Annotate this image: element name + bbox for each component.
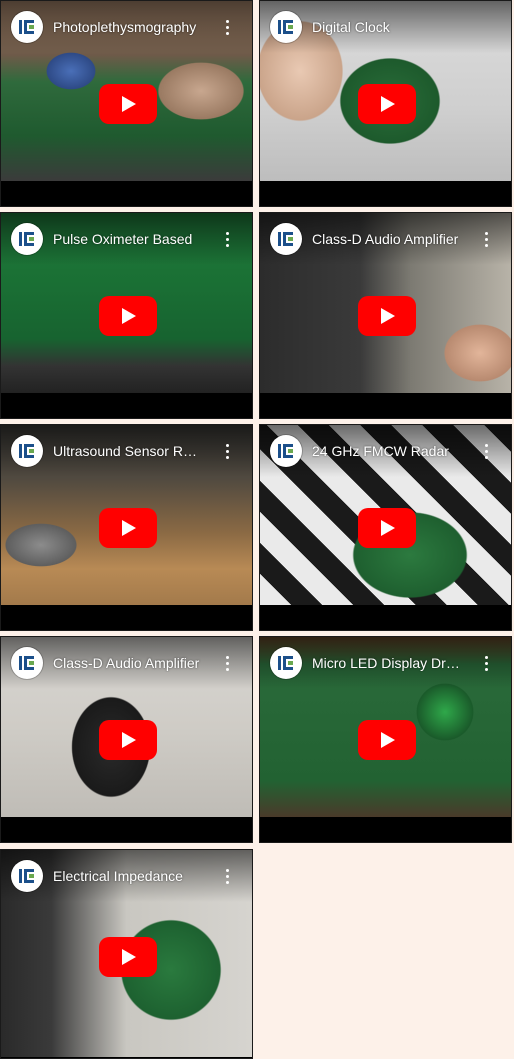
video-title[interactable]: Class-D Audio Amplifier: [53, 654, 201, 672]
video-title[interactable]: Class-D Audio Amplifier: [312, 230, 460, 248]
video-tile[interactable]: Electrical Impedance: [0, 849, 253, 1059]
youtube-play-icon[interactable]: [358, 296, 416, 336]
channel-logo-icon[interactable]: [11, 223, 43, 255]
video-title[interactable]: Photoplethysmography: [53, 18, 201, 36]
video-tile[interactable]: Digital Clock: [259, 0, 512, 207]
video-title[interactable]: Pulse Oximeter Based: [53, 230, 201, 248]
youtube-play-icon[interactable]: [99, 720, 157, 760]
youtube-play-icon[interactable]: [99, 508, 157, 548]
video-title[interactable]: Digital Clock: [312, 18, 460, 36]
channel-logo-icon[interactable]: [270, 223, 302, 255]
more-vertical-icon[interactable]: [481, 229, 491, 249]
video-title[interactable]: Micro LED Display Driver: [312, 654, 460, 672]
channel-logo-icon[interactable]: [270, 435, 302, 467]
channel-logo-icon[interactable]: [11, 860, 43, 892]
channel-logo-icon[interactable]: [11, 435, 43, 467]
youtube-play-icon[interactable]: [358, 720, 416, 760]
video-tile[interactable]: Ultrasound Sensor Range: [0, 424, 253, 631]
more-vertical-icon[interactable]: [481, 653, 491, 673]
video-title[interactable]: Electrical Impedance: [53, 867, 201, 885]
more-vertical-icon[interactable]: [222, 17, 232, 37]
channel-logo-icon[interactable]: [270, 647, 302, 679]
video-title[interactable]: 24 GHz FMCW Radar: [312, 442, 460, 460]
youtube-play-icon[interactable]: [358, 84, 416, 124]
channel-logo-icon[interactable]: [11, 11, 43, 43]
channel-logo-icon[interactable]: [270, 11, 302, 43]
youtube-play-icon[interactable]: [358, 508, 416, 548]
video-tile[interactable]: Class-D Audio Amplifier: [259, 212, 512, 419]
video-title[interactable]: Ultrasound Sensor Range: [53, 442, 201, 460]
youtube-play-icon[interactable]: [99, 937, 157, 977]
more-vertical-icon[interactable]: [481, 441, 491, 461]
video-tile[interactable]: Photoplethysmography: [0, 0, 253, 207]
more-vertical-icon[interactable]: [222, 229, 232, 249]
more-vertical-icon[interactable]: [222, 866, 232, 886]
more-vertical-icon[interactable]: [222, 441, 232, 461]
video-tile[interactable]: 24 GHz FMCW Radar: [259, 424, 512, 631]
channel-logo-icon[interactable]: [11, 647, 43, 679]
video-grid: Photoplethysmography Digital Clock Pulse…: [0, 0, 514, 1059]
youtube-play-icon[interactable]: [99, 296, 157, 336]
video-tile[interactable]: Class-D Audio Amplifier: [0, 636, 253, 843]
more-vertical-icon[interactable]: [222, 653, 232, 673]
video-tile[interactable]: Micro LED Display Driver: [259, 636, 512, 843]
video-tile[interactable]: Pulse Oximeter Based: [0, 212, 253, 419]
youtube-play-icon[interactable]: [99, 84, 157, 124]
